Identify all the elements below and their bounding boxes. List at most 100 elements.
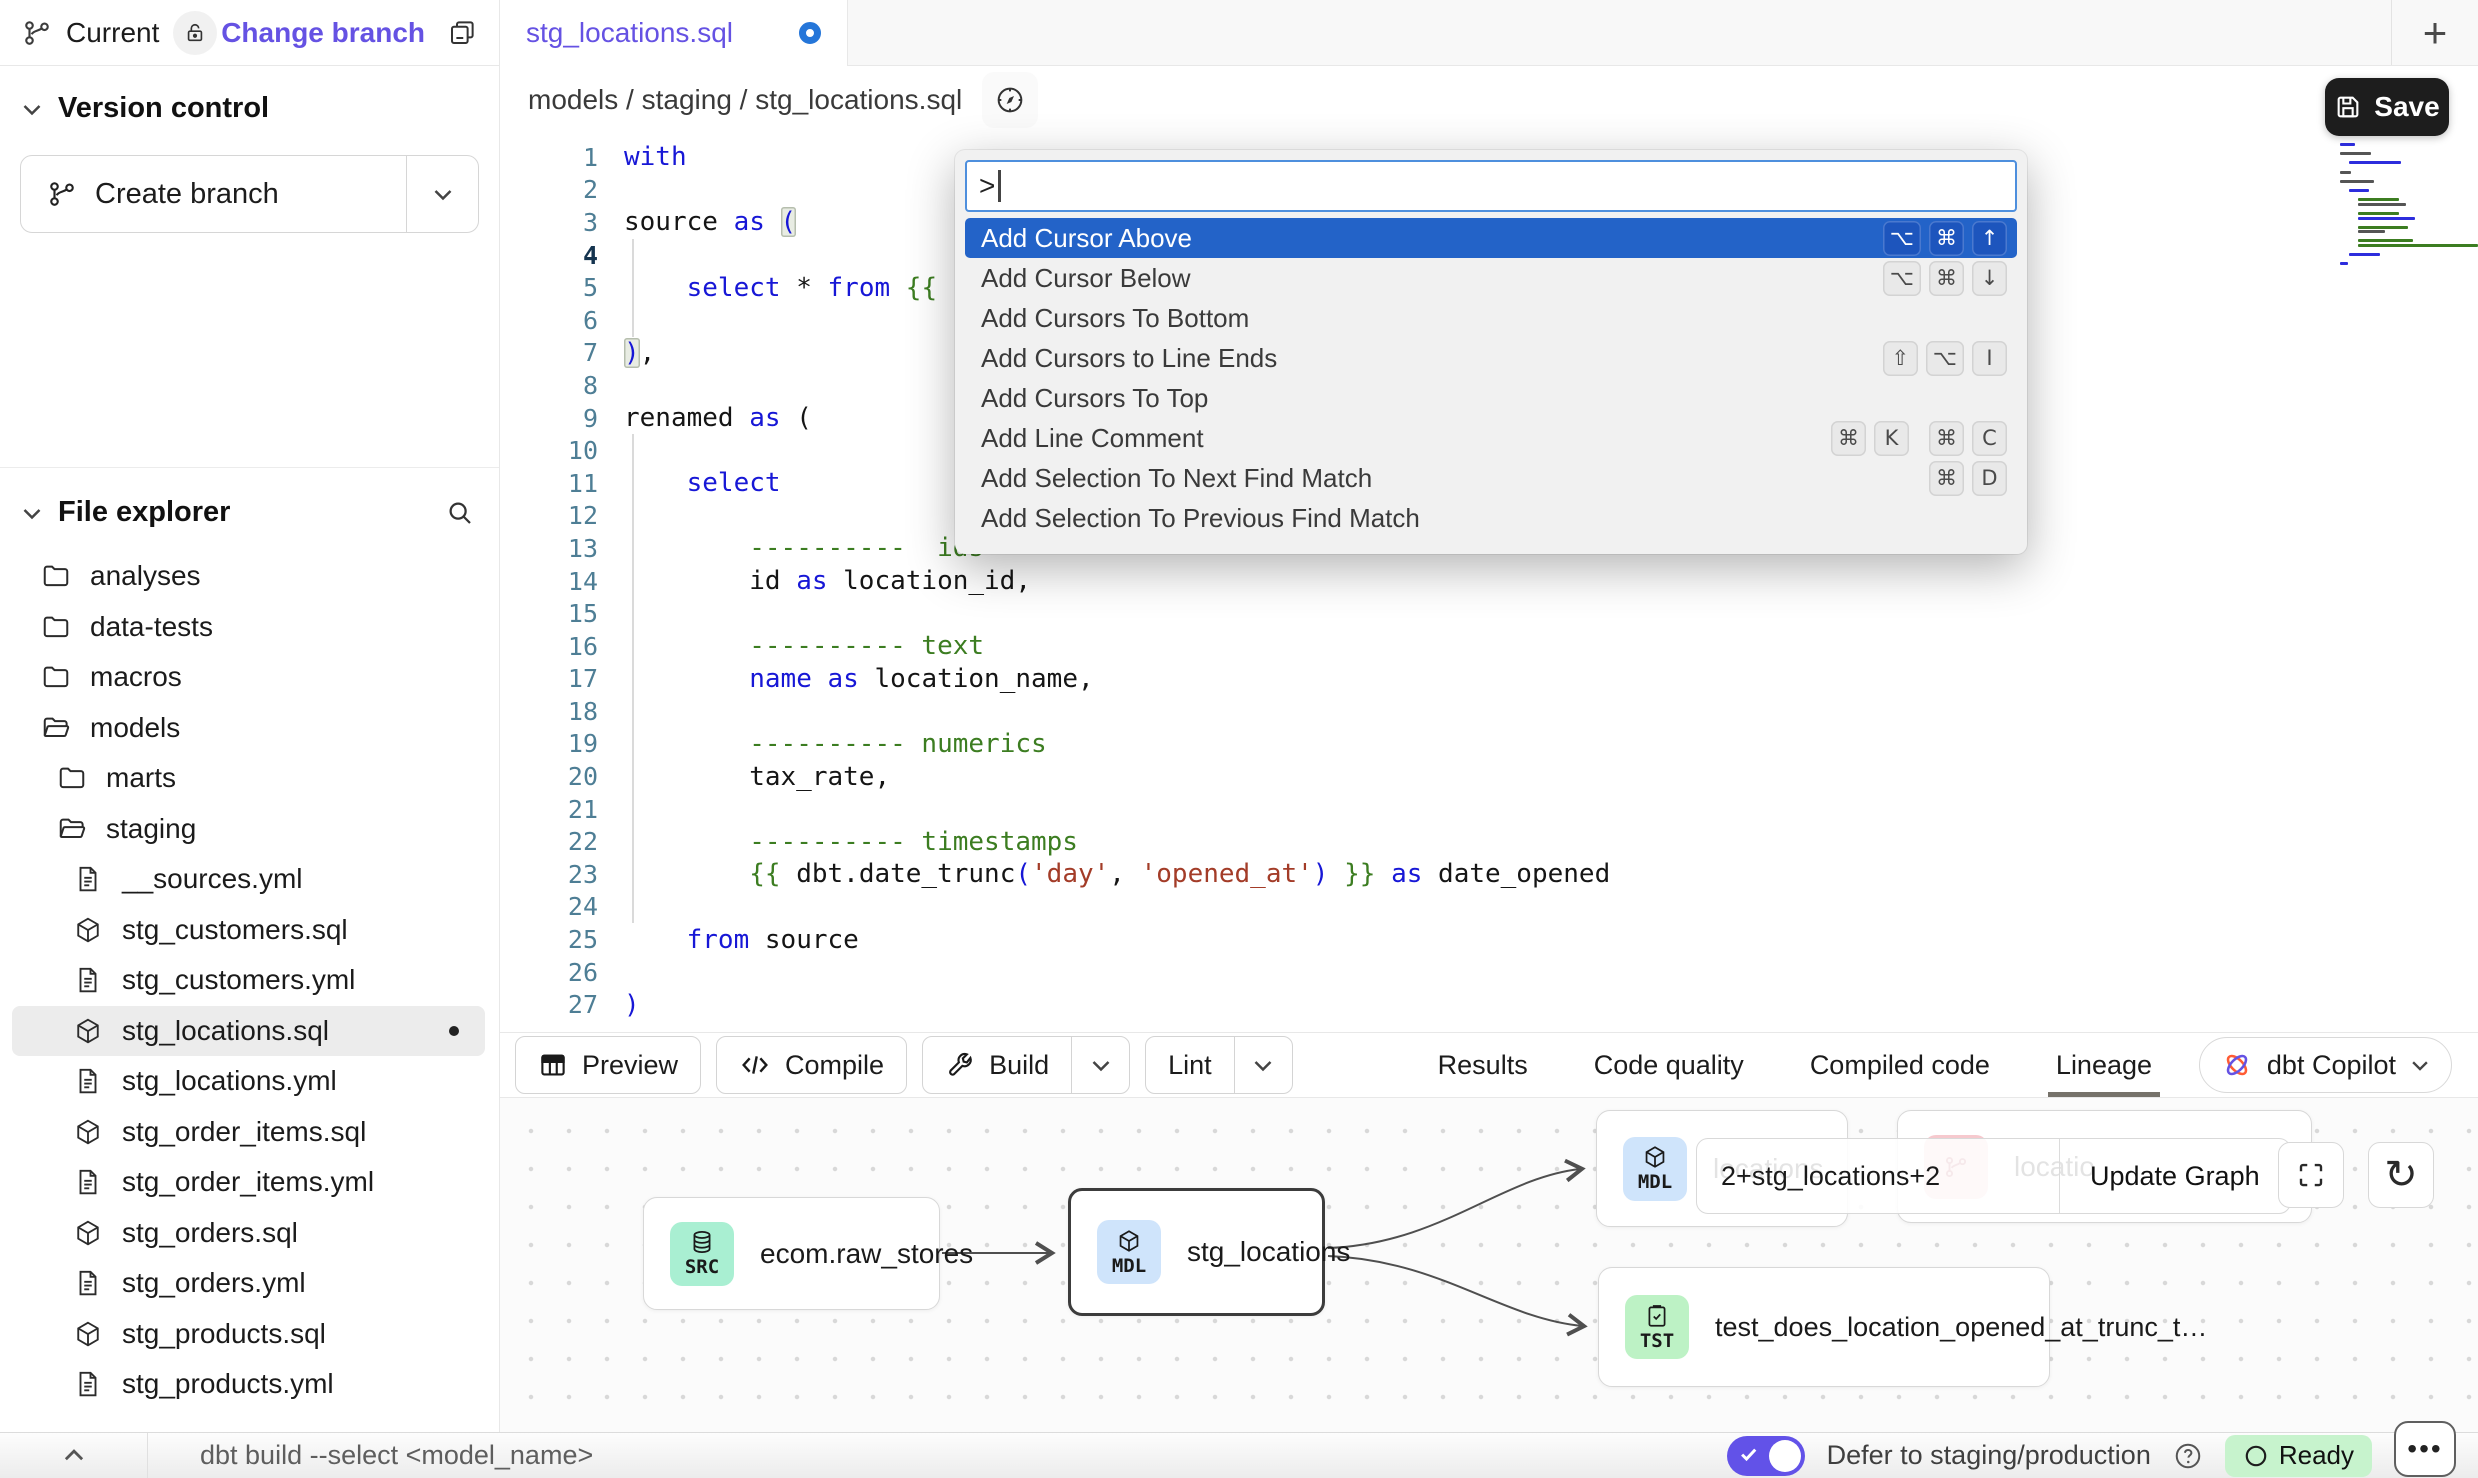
line-content [598, 695, 2478, 728]
compass-icon[interactable] [982, 72, 1038, 128]
file-explorer-header[interactable]: File explorer [0, 468, 499, 545]
lineage-node-test[interactable]: TST test_does_location_opened_at_trunc_t… [1598, 1267, 2050, 1387]
tab-lineage[interactable]: Lineage [2056, 1033, 2152, 1097]
preview-button[interactable]: Preview [515, 1036, 701, 1094]
model-file-icon [72, 1319, 104, 1349]
palette-item-add-selection-to-previous-find-match[interactable]: Add Selection To Previous Find Match [965, 498, 2017, 538]
update-graph-button[interactable]: Update Graph [2059, 1139, 2290, 1213]
command-input[interactable]: dbt build --select <model_name> [200, 1440, 593, 1471]
status-badge[interactable]: Ready [2225, 1435, 2372, 1477]
defer-toggle[interactable] [1727, 1436, 1805, 1476]
palette-item-add-cursors-to-top[interactable]: Add Cursors To Top [965, 378, 2017, 418]
code-line-18[interactable]: 18 [500, 695, 2478, 728]
command-palette-input[interactable]: > [965, 160, 2017, 212]
tab-code-quality[interactable]: Code quality [1594, 1033, 1744, 1097]
lint-button[interactable]: Lint [1145, 1036, 1293, 1094]
file-tree-item-stg-products-yml[interactable]: stg_products.yml [12, 1359, 485, 1410]
more-options-button[interactable]: ••• [2394, 1421, 2456, 1477]
create-branch-button[interactable]: Create branch [20, 155, 479, 233]
palette-item-add-cursors-to-line-ends[interactable]: Add Cursors to Line Ends⇧⌥I [965, 338, 2017, 378]
palette-item-add-selection-to-next-find-match[interactable]: Add Selection To Next Find Match⌘D [965, 458, 2017, 498]
code-line-19[interactable]: 19 ---------- numerics [500, 728, 2478, 761]
file-tree-item-stg-customers-yml[interactable]: stg_customers.yml [12, 955, 485, 1006]
file-tree-item-models[interactable]: models [12, 703, 485, 754]
file-tree-item-stg-order-items-yml[interactable]: stg_order_items.yml [12, 1157, 485, 1208]
toggle-knob [1769, 1440, 1801, 1472]
file-tree-item-marts[interactable]: marts [12, 753, 485, 804]
palette-item-add-cursors-to-bottom[interactable]: Add Cursors To Bottom [965, 298, 2017, 338]
line-number: 2 [500, 175, 598, 204]
compile-button[interactable]: Compile [716, 1036, 907, 1094]
file-tree-item-analyses[interactable]: analyses [12, 551, 485, 602]
code-line-21[interactable]: 21 [500, 793, 2478, 826]
build-dropdown[interactable] [1071, 1037, 1129, 1093]
dbt-copilot-button[interactable]: dbt Copilot [2199, 1037, 2452, 1093]
key-cap: ↓ [1972, 261, 2007, 296]
tab-compiled-code[interactable]: Compiled code [1810, 1033, 1990, 1097]
file-tree-item-stg-locations-sql[interactable]: stg_locations.sql [12, 1006, 485, 1057]
version-control-header[interactable]: Version control [20, 92, 479, 125]
line-number: 15 [500, 599, 598, 628]
code-line-20[interactable]: 20 tax_rate, [500, 760, 2478, 793]
palette-item-add-cursor-below[interactable]: Add Cursor Below⌥⌘↓ [965, 258, 2017, 298]
palette-item-add-line-comment[interactable]: Add Line Comment⌘K⌘C [965, 418, 2017, 458]
new-tab-button[interactable]: + [2392, 0, 2478, 65]
palette-item-add-cursor-above[interactable]: Add Cursor Above⌥⌘↑ [965, 218, 2017, 258]
minimap-line [2340, 249, 2346, 252]
file-tree-item-macros[interactable]: macros [12, 652, 485, 703]
file-tree-item-stg-orders-sql[interactable]: stg_orders.sql [12, 1208, 485, 1259]
help-icon[interactable] [2173, 1441, 2203, 1471]
minimap-line [2340, 180, 2374, 183]
search-icon[interactable] [445, 498, 475, 528]
lineage-node-stg-locations[interactable]: MDL stg_locations [1068, 1188, 1325, 1316]
key-cap: ↑ [1972, 221, 2007, 256]
line-number: 6 [500, 306, 598, 335]
create-branch-dropdown[interactable] [406, 156, 478, 232]
change-branch-link[interactable]: Change branch [221, 17, 425, 49]
collapse-panel-button[interactable] [0, 1433, 148, 1478]
fullscreen-button[interactable] [2278, 1142, 2344, 1208]
code-line-25[interactable]: 25 from source [500, 923, 2478, 956]
copy-icon[interactable] [447, 18, 477, 48]
tab-results[interactable]: Results [1438, 1033, 1528, 1097]
code-line-27[interactable]: 27) [500, 988, 2478, 1021]
git-branch-icon [47, 179, 77, 209]
model-badge: MDL [1097, 1220, 1161, 1284]
line-number: 10 [500, 436, 598, 465]
palette-item-label: Add Cursors To Bottom [981, 303, 1249, 334]
build-button[interactable]: Build [922, 1036, 1130, 1094]
file-tree-item-stg-order-items-sql[interactable]: stg_order_items.sql [12, 1107, 485, 1158]
save-button[interactable]: Save [2325, 78, 2449, 136]
line-number: 23 [500, 860, 598, 889]
refresh-icon[interactable]: ↻ [2368, 1142, 2434, 1208]
file-tree-item--sources-yml[interactable]: __sources.yml [12, 854, 485, 905]
code-line-22[interactable]: 22 ---------- timestamps [500, 825, 2478, 858]
file-name: stg_locations.yml [122, 1065, 337, 1097]
tab-stg-locations[interactable]: stg_locations.sql [500, 0, 848, 67]
file-tree-item-staging[interactable]: staging [12, 804, 485, 855]
file-tree-item-stg-customers-sql[interactable]: stg_customers.sql [12, 905, 485, 956]
lineage-search-input[interactable] [1697, 1139, 2059, 1213]
lineage-panel[interactable]: MDL locations locatio SRC e [500, 1098, 2478, 1432]
minimap[interactable] [2340, 143, 2462, 267]
code-line-26[interactable]: 26 [500, 956, 2478, 989]
line-content [598, 891, 2478, 924]
minimap-line [2340, 148, 2346, 151]
lineage-node-raw-stores[interactable]: SRC ecom.raw_stores [643, 1197, 940, 1310]
code-line-15[interactable]: 15 [500, 597, 2478, 630]
file-name: stg_orders.sql [122, 1217, 298, 1249]
file-tree-item-stg-products-sql[interactable]: stg_products.sql [12, 1309, 485, 1360]
code-line-16[interactable]: 16 ---------- text [500, 630, 2478, 663]
code-line-24[interactable]: 24 [500, 891, 2478, 924]
line-number: 21 [500, 795, 598, 824]
code-line-23[interactable]: 23 {{ dbt.date_trunc('day', 'opened_at')… [500, 858, 2478, 891]
minimap-line [2340, 221, 2346, 224]
code-line-17[interactable]: 17 name as location_name, [500, 663, 2478, 696]
chevron-down-icon [20, 501, 44, 525]
file-tree-item-data-tests[interactable]: data-tests [12, 602, 485, 653]
code-line-14[interactable]: 14 id as location_id, [500, 565, 2478, 598]
lint-dropdown[interactable] [1234, 1037, 1292, 1093]
file-tree-item-stg-orders-yml[interactable]: stg_orders.yml [12, 1258, 485, 1309]
file-tree-item-stg-locations-yml[interactable]: stg_locations.yml [12, 1056, 485, 1107]
defer-label: Defer to staging/production [1827, 1440, 2151, 1471]
